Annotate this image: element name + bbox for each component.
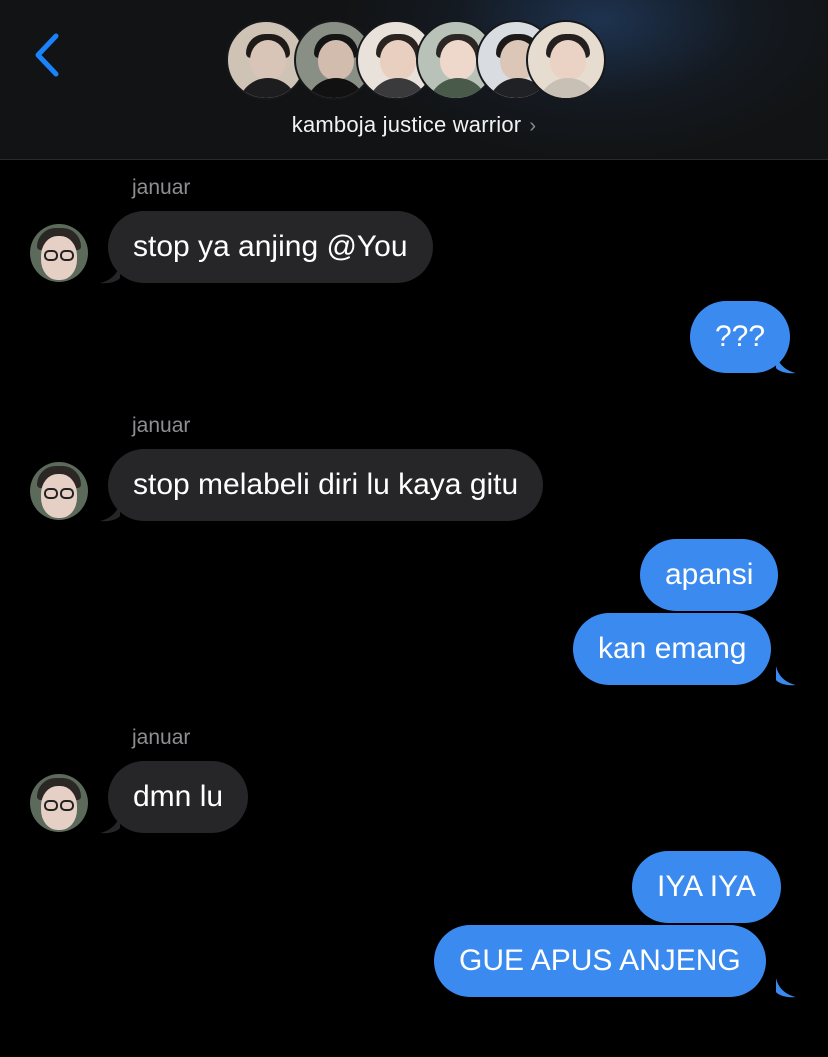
- group-name-button[interactable]: kamboja justice warrior ›: [0, 112, 828, 138]
- sender-avatar[interactable]: [30, 774, 88, 832]
- outgoing-message-bubble[interactable]: ???: [690, 301, 791, 373]
- outgoing-message-bubble[interactable]: kan emang: [573, 613, 772, 685]
- sender-avatar[interactable]: [30, 224, 88, 282]
- outgoing-message-bubble[interactable]: IYA IYA: [632, 851, 781, 923]
- bubble-tail: [776, 666, 796, 686]
- outgoing-message-bubble[interactable]: apansi: [640, 539, 779, 611]
- chat-header: kamboja justice warrior ›: [0, 0, 828, 160]
- incoming-message-bubble[interactable]: dmn lu: [108, 761, 249, 833]
- sender-name: januar: [132, 414, 191, 437]
- sender-avatar[interactable]: [30, 462, 88, 520]
- group-avatar-stack[interactable]: [226, 20, 606, 102]
- back-chevron-icon[interactable]: [28, 30, 68, 80]
- chevron-right-icon: ›: [529, 115, 537, 137]
- outgoing-message-bubble[interactable]: GUE APUS ANJENG: [434, 925, 766, 997]
- incoming-message-bubble[interactable]: stop ya anjing @You: [108, 211, 433, 283]
- bubble-tail: [776, 978, 796, 998]
- incoming-message-bubble[interactable]: stop melabeli diri lu kaya gitu: [108, 449, 544, 521]
- group-member-avatar: [526, 20, 606, 100]
- sender-name: januar: [132, 176, 191, 199]
- sender-name: januar: [132, 726, 191, 749]
- group-name-label: kamboja justice warrior: [291, 112, 522, 137]
